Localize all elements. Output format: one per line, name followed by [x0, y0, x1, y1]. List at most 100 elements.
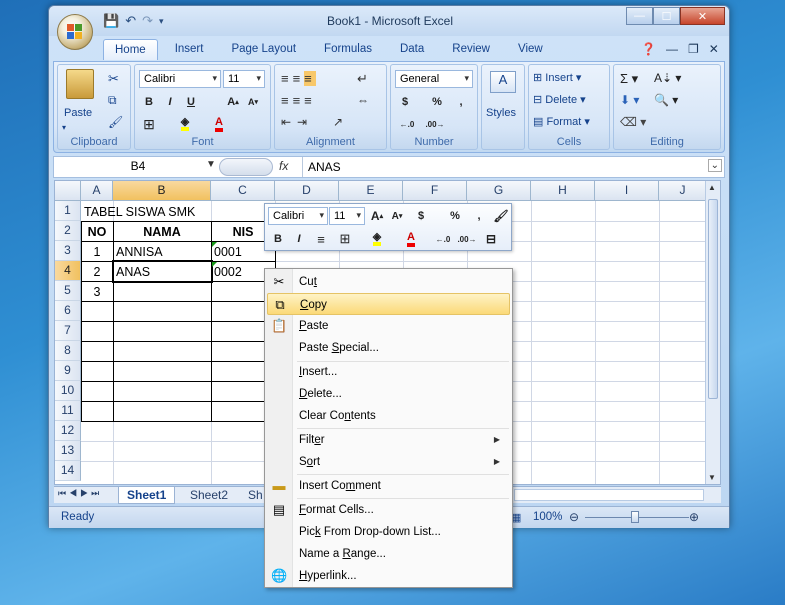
cell-c3[interactable]: 0001	[214, 242, 242, 262]
mini-percent-button[interactable]: %	[445, 207, 465, 225]
wrap-text-icon[interactable]: ↵	[357, 71, 368, 87]
tab-view[interactable]: View	[507, 39, 554, 60]
decrease-decimal-icon[interactable]: .00→	[423, 115, 447, 133]
font-size-dropdown[interactable]: 11	[223, 70, 265, 88]
italic-button[interactable]: I	[160, 93, 180, 111]
cell-a4[interactable]: 2	[81, 262, 113, 282]
menu-insert[interactable]: Insert...	[267, 361, 510, 383]
row-header-9[interactable]: 9	[55, 361, 81, 381]
menu-sort[interactable]: Sort ▶	[267, 451, 510, 473]
vertical-scrollbar[interactable]: ▲ ▼	[705, 181, 720, 484]
row-header-5[interactable]: 5	[55, 281, 81, 301]
cell-b4[interactable]: ANAS	[116, 262, 150, 282]
row-header-12[interactable]: 12	[55, 421, 81, 441]
row-header-1[interactable]: 1	[55, 201, 81, 221]
sheet-tab-2[interactable]: Sheet2	[182, 487, 236, 504]
tab-formulas[interactable]: Formulas	[313, 39, 383, 60]
tab-page-layout[interactable]: Page Layout	[220, 39, 307, 60]
row-header-3[interactable]: 3	[55, 241, 81, 261]
menu-clear-contents[interactable]: Clear Contents	[267, 405, 510, 427]
cell-b2[interactable]: NAMA	[113, 222, 211, 242]
cell-b1[interactable]: TABEL SISWA SMK	[84, 202, 195, 222]
scroll-down-icon[interactable]: ▼	[708, 473, 716, 482]
ribbon-minimize-icon[interactable]: —	[666, 42, 678, 56]
row-header-8[interactable]: 8	[55, 341, 81, 361]
indent-icons[interactable]: ⇤⇥	[281, 115, 313, 129]
help-icon[interactable]: ❓	[641, 42, 656, 56]
merge-center-icon[interactable]: ⇔	[357, 93, 369, 107]
zoom-level[interactable]: 100%	[533, 511, 562, 523]
fill-icon[interactable]: ⬇ ▾	[620, 93, 639, 107]
sheet-nav-icons[interactable]: ⏮◀▶⏭	[58, 488, 102, 499]
mini-comma-button[interactable]: ,	[469, 207, 489, 225]
row-header-10[interactable]: 10	[55, 381, 81, 401]
name-box[interactable]: B4	[60, 159, 216, 176]
vertical-align-icons[interactable]: ≡≡≡	[281, 71, 316, 86]
close-button[interactable]: ✕	[680, 7, 725, 25]
comma-button[interactable]: ,	[451, 93, 471, 111]
sort-filter-icon[interactable]: A⇣ ▾	[654, 71, 681, 85]
mini-borders-icon[interactable]: ⊞	[335, 230, 355, 248]
mini-bold-button[interactable]: B	[268, 230, 288, 248]
cell-b3[interactable]: ANNISA	[116, 242, 163, 262]
mini-italic-button[interactable]: I	[289, 230, 309, 248]
copy-icon[interactable]: ⧉	[108, 93, 117, 108]
horizontal-scrollbar[interactable]	[514, 489, 704, 501]
mini-size-dropdown[interactable]: 11	[329, 207, 365, 225]
ribbon-restore-icon[interactable]: ❐	[688, 42, 699, 56]
mini-font-color-icon[interactable]: A	[401, 230, 421, 248]
column-header-d[interactable]: D	[275, 181, 339, 201]
insert-function-icon[interactable]: fx	[279, 159, 288, 173]
office-button[interactable]	[57, 14, 93, 50]
number-format-dropdown[interactable]: General	[395, 70, 473, 88]
increase-decimal-icon[interactable]: ←.0	[395, 115, 419, 133]
mini-center-icon[interactable]: ≡	[311, 230, 331, 248]
formula-bar-splitter[interactable]	[219, 158, 273, 176]
menu-pick-from-list[interactable]: Pick From Drop-down List...	[267, 521, 510, 543]
row-header-11[interactable]: 11	[55, 401, 81, 421]
horizontal-align-icons[interactable]: ≡≡≡	[281, 93, 316, 108]
tab-insert[interactable]: Insert	[164, 39, 215, 60]
column-header-c[interactable]: C	[211, 181, 275, 201]
orientation-icon[interactable]: ↗	[333, 115, 343, 129]
mini-currency-button[interactable]: $	[411, 207, 431, 225]
styles-icon[interactable]: A	[490, 71, 516, 93]
row-header-7[interactable]: 7	[55, 321, 81, 341]
maximize-button[interactable]: ☐	[653, 7, 680, 25]
tab-review[interactable]: Review	[441, 39, 501, 60]
cell-c4[interactable]: 0002	[214, 262, 242, 282]
autosum-icon[interactable]: Σ ▾	[620, 71, 638, 87]
cut-icon[interactable]: ✂	[108, 71, 119, 87]
clear-icon[interactable]: ⌫ ▾	[620, 115, 646, 129]
menu-format-cells[interactable]: ▤ Format Cells...	[267, 499, 510, 521]
select-all-corner[interactable]	[55, 181, 81, 201]
underline-button[interactable]: U	[181, 93, 201, 111]
insert-cells-button[interactable]: ⊞ Insert ▾	[533, 71, 581, 84]
shrink-font-icon[interactable]: A ▾	[243, 93, 263, 111]
cell-a2[interactable]: NO	[81, 222, 113, 242]
row-header-2[interactable]: 2	[55, 221, 81, 241]
mini-format-painter-icon[interactable]: 🖌	[491, 207, 511, 225]
styles-label[interactable]: Styles	[486, 107, 516, 119]
row-header-13[interactable]: 13	[55, 441, 81, 461]
cell-a3[interactable]: 1	[81, 242, 113, 262]
column-header-e[interactable]: E	[339, 181, 403, 201]
borders-icon[interactable]: ⊞	[139, 115, 159, 133]
menu-copy[interactable]: ⧉ Copy	[267, 293, 510, 315]
menu-paste[interactable]: 📋 Paste	[267, 315, 510, 337]
menu-hyperlink[interactable]: 🌐 Hyperlink...	[267, 565, 510, 587]
cell-a5[interactable]: 3	[81, 282, 113, 302]
expand-formula-bar-icon[interactable]: ⌄	[707, 159, 722, 172]
mini-decrease-decimal-icon[interactable]: .00→	[455, 230, 479, 248]
column-header-i[interactable]: I	[595, 181, 659, 201]
find-select-icon[interactable]: 🔍 ▾	[654, 93, 678, 107]
format-cells-button[interactable]: ▤ Format ▾	[533, 115, 590, 128]
menu-cut[interactable]: ✂ Cut	[267, 271, 510, 293]
name-box-dropdown-icon[interactable]: ▼	[206, 159, 216, 170]
column-header-b[interactable]: B	[113, 181, 211, 201]
row-header-4[interactable]: 4	[55, 261, 81, 281]
formula-input[interactable]: ANAS	[308, 160, 341, 174]
delete-cells-button[interactable]: ⊟ Delete ▾	[533, 93, 586, 106]
mini-font-dropdown[interactable]: Calibri	[268, 207, 328, 225]
mini-fill-color-icon[interactable]: ◈	[367, 230, 387, 248]
